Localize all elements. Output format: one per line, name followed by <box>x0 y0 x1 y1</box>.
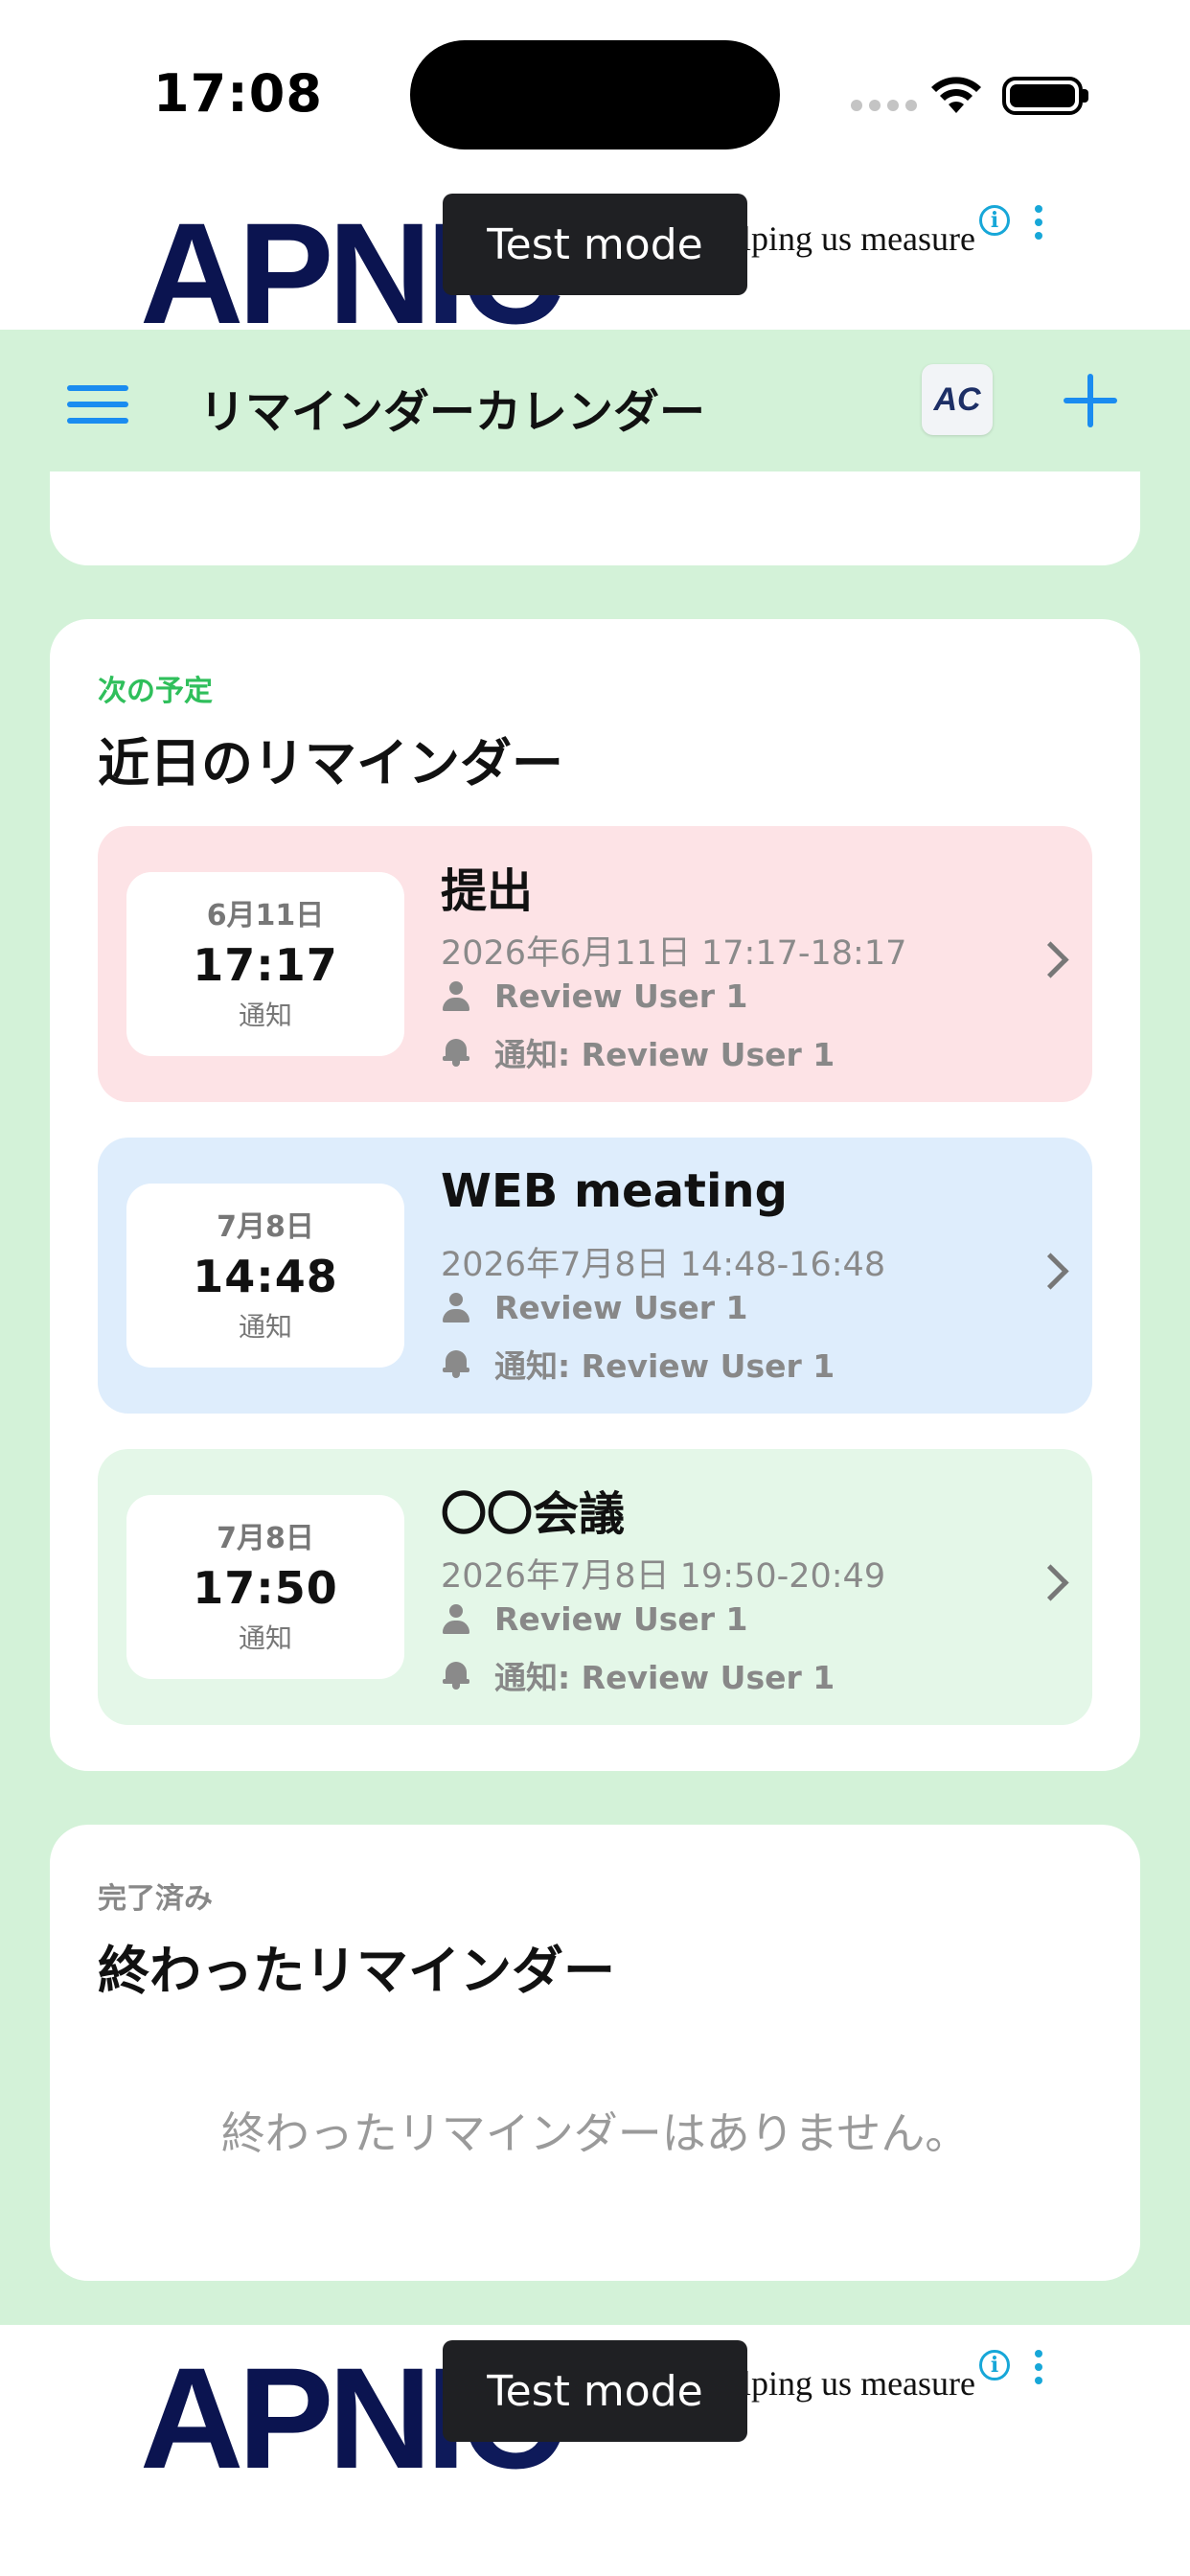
upcoming-eyebrow: 次の予定 <box>98 675 213 708</box>
reminder-notify-row: 通知: Review User 1 <box>441 1652 835 1698</box>
reminder-user-row: Review User 1 <box>441 978 748 1015</box>
reminder-date: 7月8日 <box>217 1210 314 1244</box>
chevron-right-icon <box>1032 1253 1069 1290</box>
reminder-datebox: 7月8日 17:50 通知 <box>126 1495 404 1679</box>
reminder-title: 提出 <box>441 864 534 918</box>
menu-icon[interactable] <box>67 385 128 424</box>
reminder-note: 通知 <box>238 1622 292 1654</box>
reminder-note: 通知 <box>238 1000 292 1031</box>
ad-text: Thank you for helping us measure <box>728 219 975 258</box>
finished-reminders-card <box>50 1825 1140 2281</box>
dynamic-island <box>410 40 780 150</box>
ad-info-icon[interactable]: i <box>979 2350 1010 2380</box>
reminder-title: WEB meating <box>441 1164 788 1218</box>
reminder-time: 17:50 <box>193 1562 338 1614</box>
bell-icon <box>441 1037 471 1068</box>
page-title: リマインダーカレンダー <box>199 385 706 439</box>
reminder-range: 2026年6月11日 17:17-18:17 <box>441 934 907 973</box>
upcoming-title: 近日のリマインダー <box>98 733 563 794</box>
ad-more-icon[interactable] <box>1035 205 1042 240</box>
reminder-range: 2026年7月8日 19:50-20:49 <box>441 1557 886 1596</box>
done-title: 終わったリマインダー <box>98 1941 615 2001</box>
reminder-item[interactable]: 7月8日 14:48 通知 WEB meating 2026年7月8日 14:4… <box>98 1138 1092 1414</box>
app-logo-icon[interactable]: AC <box>922 364 993 435</box>
reminder-date: 7月8日 <box>217 1522 314 1555</box>
reminder-datebox: 6月11日 17:17 通知 <box>126 872 404 1056</box>
wifi-icon <box>931 77 981 113</box>
battery-icon <box>1002 77 1083 115</box>
reminder-time: 14:48 <box>193 1251 338 1302</box>
reminder-date: 6月11日 <box>206 899 325 932</box>
reminder-notify-row: 通知: Review User 1 <box>441 1029 835 1075</box>
person-icon <box>441 980 471 1012</box>
add-reminder-button[interactable] <box>1064 374 1117 427</box>
reminder-notify-row: 通知: Review User 1 <box>441 1341 835 1387</box>
done-eyebrow: 完了済み <box>98 1882 213 1916</box>
bell-icon <box>441 1348 471 1379</box>
reminder-user-row: Review User 1 <box>441 1600 748 1638</box>
reminder-time: 17:17 <box>193 939 338 991</box>
ad-more-icon[interactable] <box>1035 2350 1042 2384</box>
person-icon <box>441 1603 471 1635</box>
reminder-user-row: Review User 1 <box>441 1289 748 1326</box>
test-mode-toast: Test mode <box>443 2340 747 2442</box>
empty-message: 終わったリマインダーはありません。 <box>220 2107 970 2159</box>
status-time: 17:08 <box>153 63 323 124</box>
test-mode-toast: Test mode <box>443 194 747 295</box>
chevron-right-icon <box>1032 1564 1069 1601</box>
reminder-item[interactable]: 6月11日 17:17 通知 提出 2026年6月11日 17:17-18:17… <box>98 826 1092 1102</box>
reminder-datebox: 7月8日 14:48 通知 <box>126 1184 404 1368</box>
bell-icon <box>441 1660 471 1690</box>
reminder-item[interactable]: 7月8日 17:50 通知 〇〇会議 2026年7月8日 19:50-20:49… <box>98 1449 1092 1725</box>
battery-cap <box>1083 89 1088 103</box>
reminder-note: 通知 <box>238 1311 292 1343</box>
reminder-range: 2026年7月8日 14:48-16:48 <box>441 1246 886 1284</box>
chevron-right-icon <box>1032 941 1069 978</box>
ad-text: Thank you for helping us measure <box>728 2364 975 2403</box>
reminder-title: 〇〇会議 <box>441 1487 626 1541</box>
cellular-signal-icon <box>851 100 917 111</box>
ad-info-icon[interactable]: i <box>979 205 1010 236</box>
person-icon <box>441 1292 471 1323</box>
